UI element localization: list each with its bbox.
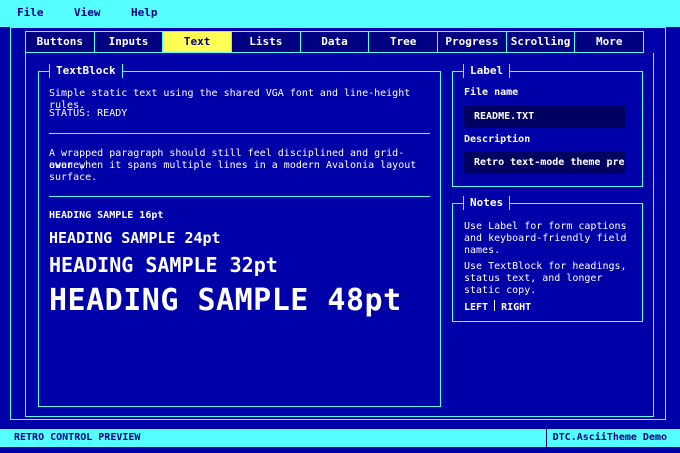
status-text: STATUS: READY (49, 108, 128, 119)
status-right-text: DTC.AsciiTheme Demo (545, 429, 667, 447)
tab-inputs[interactable]: Inputs (94, 32, 164, 52)
notes-line: and keyboard-friendly field (464, 233, 627, 244)
textblock-panel: TextBlock Simple static text using the s… (38, 64, 441, 407)
tab-buttons[interactable]: Buttons (26, 32, 95, 52)
tab-scrolling[interactable]: Scrolling (506, 32, 576, 52)
wrapped-line-2: even when it spans multiple lines in a m… (49, 160, 417, 171)
alignment-row: LEFT RIGHT (464, 300, 531, 314)
file-name-field[interactable]: README.TXT (464, 106, 625, 128)
textblock-legend: TextBlock (49, 64, 123, 78)
tab-more[interactable]: More (575, 32, 644, 52)
tab-tree[interactable]: Tree (369, 32, 439, 52)
divider (49, 196, 430, 197)
notes-line: static copy. (464, 285, 537, 296)
tab-progress[interactable]: Progress (438, 32, 507, 52)
separator (494, 300, 496, 311)
tab-lists[interactable]: Lists (232, 32, 301, 52)
heading-16: HEADING SAMPLE 16pt (49, 210, 164, 221)
heading-48: HEADING SAMPLE 48pt (49, 283, 402, 318)
notes-legend: Notes (463, 196, 511, 210)
label-panel: Label File name README.TXT Description R… (452, 64, 643, 187)
menu-help[interactable]: Help (131, 6, 158, 19)
notes-line: Use TextBlock for headings, (464, 261, 627, 272)
tab-bar: Buttons Inputs Text Lists Data Tree Prog… (25, 31, 644, 53)
wrapped-line-3: surface. (49, 172, 98, 183)
file-name-label: File name (464, 87, 519, 98)
tab-text[interactable]: Text (163, 32, 233, 52)
label-legend: Label (463, 64, 511, 78)
menu-bar: File View Help (0, 0, 680, 27)
notes-panel: Notes Use Label for form captions and ke… (452, 196, 643, 322)
status-bar: RETRO CONTROL PREVIEW DTC.AsciiTheme Dem… (0, 429, 680, 447)
notes-line: names. (464, 245, 501, 256)
heading-24: HEADING SAMPLE 24pt (49, 229, 221, 247)
menu-view[interactable]: View (74, 6, 101, 19)
menu-file[interactable]: File (17, 6, 44, 19)
notes-line: status text, and longer (464, 273, 603, 284)
status-left-text: RETRO CONTROL PREVIEW (14, 432, 141, 443)
divider (49, 133, 430, 134)
tab-data[interactable]: Data (300, 32, 370, 52)
heading-32: HEADING SAMPLE 32pt (49, 253, 278, 277)
description-label: Description (464, 134, 531, 145)
notes-line: Use Label for form captions (464, 221, 627, 232)
right-label: RIGHT (501, 302, 532, 313)
left-label: LEFT (464, 302, 489, 313)
description-field[interactable]: Retro text-mode theme preview (464, 152, 625, 174)
